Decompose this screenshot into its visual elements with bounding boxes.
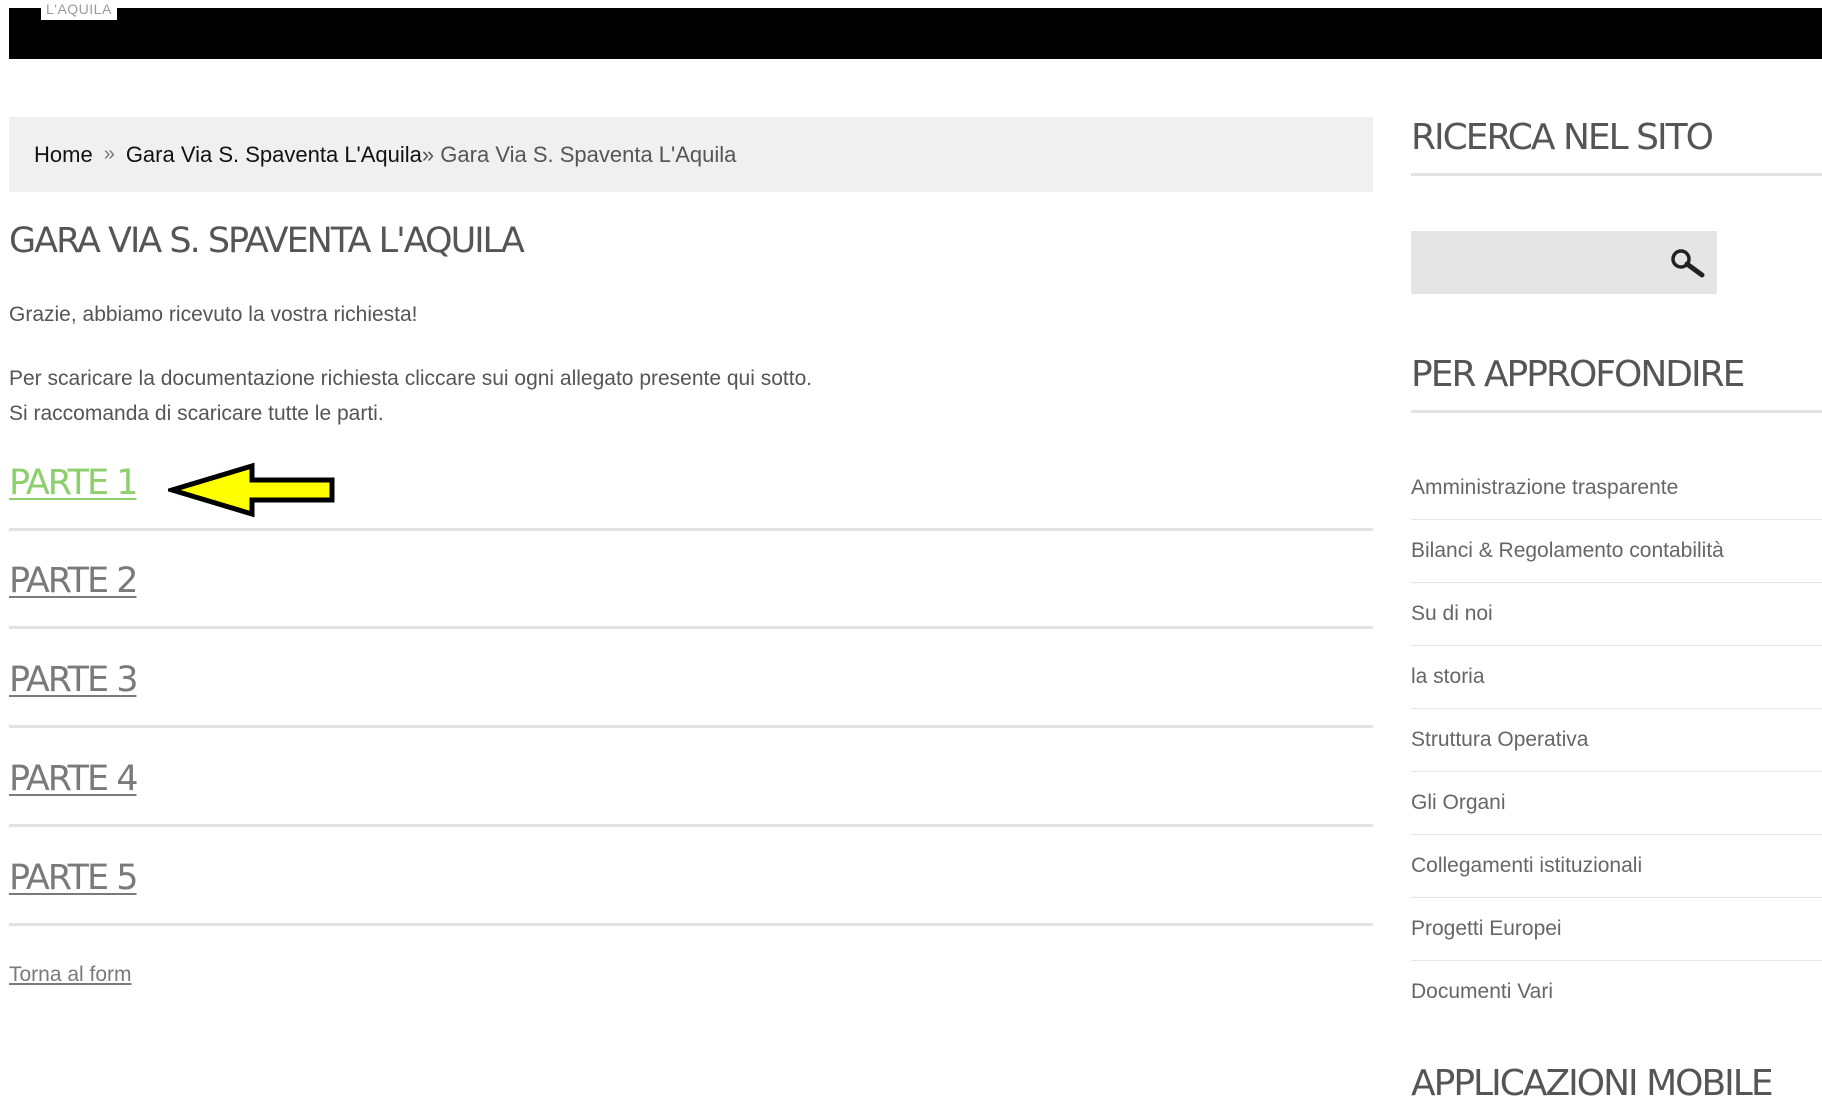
part-3-link[interactable]: PARTE 3 bbox=[9, 660, 138, 700]
search-title-divider bbox=[1411, 173, 1822, 176]
breadcrumb-current: » Gara Via S. Spaventa L'Aquila bbox=[422, 142, 736, 168]
thanks-message: Grazie, abbiamo ricevuto la vostra richi… bbox=[9, 303, 418, 326]
sidebar-link-collegamenti[interactable]: Collegamenti istituzionali bbox=[1411, 835, 1822, 898]
part-5-link[interactable]: PARTE 5 bbox=[9, 858, 138, 898]
sidebar-link-su-di-noi[interactable]: Su di noi bbox=[1411, 583, 1822, 646]
sidebar-link-la-storia[interactable]: la storia bbox=[1411, 646, 1822, 709]
sidebar-link-struttura-operativa[interactable]: Struttura Operativa bbox=[1411, 709, 1822, 772]
search-icon[interactable] bbox=[1669, 247, 1707, 279]
breadcrumb-separator-2: » bbox=[421, 141, 435, 167]
instructions-line-1: Per scaricare la documentazione richiest… bbox=[9, 367, 813, 390]
sidebar-link-gli-organi[interactable]: Gli Organi bbox=[1411, 772, 1822, 835]
site-logo[interactable]: L'AQUILA bbox=[41, 0, 117, 20]
part-5-row: PARTE 5 bbox=[9, 848, 1373, 926]
sidebar-links-list: Amministrazione trasparente Bilanci & Re… bbox=[1411, 457, 1822, 1024]
instructions-line-2: Si raccomanda di scaricare tutte le part… bbox=[9, 402, 384, 425]
part-2-link[interactable]: PARTE 2 bbox=[9, 561, 138, 601]
breadcrumb: Home » Gara Via S. Spaventa L'Aquila » G… bbox=[9, 117, 1373, 192]
top-header-bar bbox=[9, 8, 1822, 59]
breadcrumb-parent-link[interactable]: Gara Via S. Spaventa L'Aquila bbox=[126, 142, 422, 168]
more-title-divider bbox=[1411, 410, 1822, 413]
sidebar-link-progetti-europei[interactable]: Progetti Europei bbox=[1411, 898, 1822, 961]
back-to-form-link[interactable]: Torna al form bbox=[9, 963, 132, 987]
part-2-row: PARTE 2 bbox=[9, 551, 1373, 629]
breadcrumb-home-link[interactable]: Home bbox=[34, 142, 93, 168]
search-section-title: RICERCA NEL SITO bbox=[1411, 117, 1714, 158]
part-4-row: PARTE 4 bbox=[9, 749, 1373, 827]
sidebar-link-bilanci[interactable]: Bilanci & Regolamento contabilità bbox=[1411, 520, 1822, 583]
part-1-link[interactable]: PARTE 1 bbox=[9, 463, 138, 503]
yellow-arrow-left-icon bbox=[168, 462, 335, 518]
part-4-link[interactable]: PARTE 4 bbox=[9, 759, 138, 799]
breadcrumb-separator: » bbox=[103, 143, 115, 165]
sidebar-link-documenti-vari[interactable]: Documenti Vari bbox=[1411, 961, 1822, 1024]
more-section-title: PER APPROFONDIRE bbox=[1411, 354, 1745, 395]
sidebar-link-amministrazione[interactable]: Amministrazione trasparente bbox=[1411, 457, 1822, 520]
breadcrumb-current-label: Gara Via S. Spaventa L'Aquila bbox=[440, 141, 737, 167]
part-3-row: PARTE 3 bbox=[9, 650, 1373, 728]
apps-section-title: APPLICAZIONI MOBILE bbox=[1411, 1063, 1774, 1104]
search-input[interactable] bbox=[1411, 231, 1661, 294]
page-title: GARA VIA S. SPAVENTA L'AQUILA bbox=[9, 221, 525, 261]
